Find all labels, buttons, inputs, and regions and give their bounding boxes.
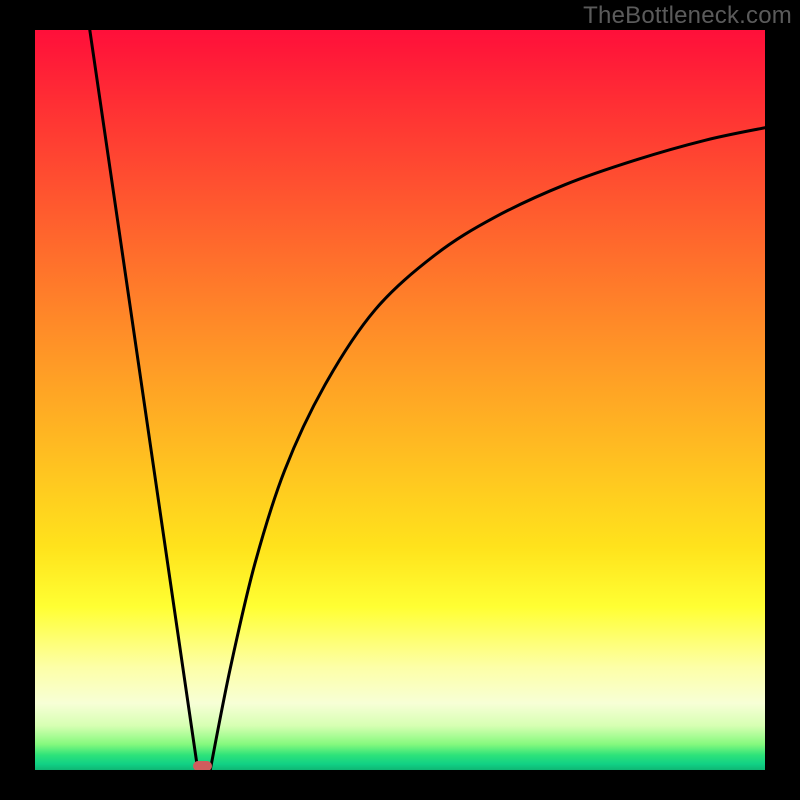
curve-svg — [35, 30, 765, 770]
watermark-text: TheBottleneck.com — [583, 2, 792, 30]
chart-frame: TheBottleneck.com — [0, 0, 800, 800]
trough-marker — [193, 761, 212, 770]
plot-area — [35, 30, 765, 770]
curve-right-path — [210, 128, 765, 770]
curve-left-path — [90, 30, 198, 770]
